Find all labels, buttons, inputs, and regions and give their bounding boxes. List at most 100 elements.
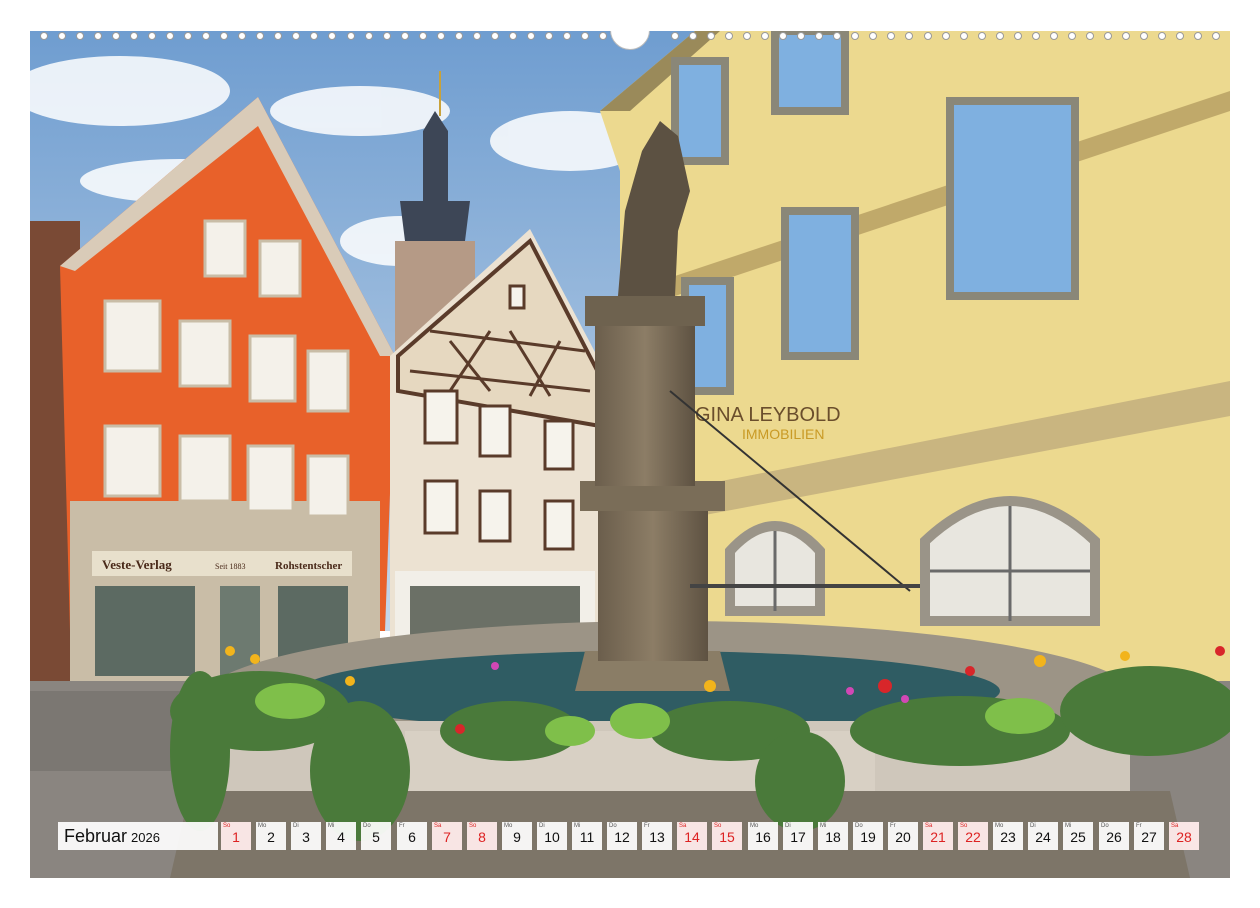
day-number: 28	[1176, 829, 1192, 845]
binding-hole	[599, 32, 607, 40]
day-number: 15	[719, 829, 735, 845]
binding-hole	[707, 32, 715, 40]
binding-hole	[202, 32, 210, 40]
town-square-fountain-illustration: Veste-Verlag Seit 1883 Rohstentscher GIN…	[30, 31, 1230, 878]
day-cell: Do 26	[1099, 822, 1129, 850]
binding-hole	[743, 32, 751, 40]
day-cell: Mo 9	[502, 822, 532, 850]
binding-hole	[1140, 32, 1148, 40]
binding-hole	[1086, 32, 1094, 40]
binding-hole	[1068, 32, 1076, 40]
binding-hole	[1050, 32, 1058, 40]
day-number: 10	[544, 829, 560, 845]
binding-hole	[905, 32, 913, 40]
day-cell: Mi 25	[1063, 822, 1093, 850]
month-label: Februar 2026	[58, 822, 218, 850]
binding-hole	[292, 32, 300, 40]
binding-hole	[924, 32, 932, 40]
binding-hole	[887, 32, 895, 40]
day-number: 22	[965, 829, 981, 845]
binding-hole	[40, 32, 48, 40]
day-cell: Sa 21	[923, 822, 953, 850]
day-number: 25	[1070, 829, 1086, 845]
binding-hole	[671, 32, 679, 40]
binding-hole	[437, 32, 445, 40]
binding-hole	[996, 32, 1004, 40]
binding-hole	[220, 32, 228, 40]
binding-hole	[310, 32, 318, 40]
day-number: 21	[930, 829, 946, 845]
binding-hole	[779, 32, 787, 40]
binding-hole	[328, 32, 336, 40]
binding-hole	[365, 32, 373, 40]
binding-hole	[761, 32, 769, 40]
binding-hole	[148, 32, 156, 40]
day-number: 8	[478, 829, 486, 845]
binding-hole	[1032, 32, 1040, 40]
binding-hole	[130, 32, 138, 40]
day-cell: Sa 7	[432, 822, 462, 850]
day-cell: Do 12	[607, 822, 637, 850]
day-cell: Di 17	[783, 822, 813, 850]
binding-hole	[401, 32, 409, 40]
binding-hole	[1104, 32, 1112, 40]
binding-hole	[238, 32, 246, 40]
binding-hole	[689, 32, 697, 40]
day-cell: Mo 2	[256, 822, 286, 850]
binding-hole	[797, 32, 805, 40]
binding-hole	[960, 32, 968, 40]
binding-hole	[725, 32, 733, 40]
day-number: 11	[579, 829, 595, 845]
binding-hole	[815, 32, 823, 40]
day-number: 2	[267, 829, 275, 845]
binding-hole	[545, 32, 553, 40]
binding-hole	[581, 32, 589, 40]
binding-hole	[491, 32, 499, 40]
binding-hole	[851, 32, 859, 40]
day-cell: Do 5	[361, 822, 391, 850]
day-number: 12	[614, 829, 630, 845]
day-cell: Sa 28	[1169, 822, 1199, 850]
building-sign-line1: GINA LEYBOLD	[695, 404, 841, 426]
day-cell: Mo 23	[993, 822, 1023, 850]
day-cell: Sa 14	[677, 822, 707, 850]
binding-hole	[184, 32, 192, 40]
day-cell: Fr 20	[888, 822, 918, 850]
binding-hole	[978, 32, 986, 40]
day-number: 26	[1106, 829, 1122, 845]
shop-sign: Veste-Verlag	[102, 557, 172, 572]
day-cell: Di 24	[1028, 822, 1058, 850]
day-cell: So 8	[467, 822, 497, 850]
day-cell: Mi 4	[326, 822, 356, 850]
calendar-strip: Februar 2026 So 1 Mo 2 Di 3 Mi 4 Do 5 Fr 6 Sa 7 So 8 Mo 9 D…	[58, 822, 1206, 850]
shop-sign-right: Rohstentscher	[275, 560, 342, 572]
binding-hole	[347, 32, 355, 40]
day-number: 19	[860, 829, 876, 845]
day-cell: So 1	[221, 822, 251, 850]
binding-hole	[1176, 32, 1184, 40]
binding-hole	[455, 32, 463, 40]
year-label: 2026	[131, 830, 160, 845]
binding-hole	[76, 32, 84, 40]
day-cell: So 15	[712, 822, 742, 850]
building-sign-line2: IMMOBILIEN	[742, 426, 824, 442]
day-number: 14	[684, 829, 700, 845]
day-number: 23	[1000, 829, 1016, 845]
binding-hole	[942, 32, 950, 40]
day-number: 24	[1035, 829, 1051, 845]
day-cell: Mi 18	[818, 822, 848, 850]
day-cell: Di 10	[537, 822, 567, 850]
day-number: 4	[337, 829, 345, 845]
day-cell: Fr 27	[1134, 822, 1164, 850]
day-number: 27	[1141, 829, 1157, 845]
day-number: 1	[232, 829, 240, 845]
day-number: 7	[443, 829, 451, 845]
binding-hole	[94, 32, 102, 40]
day-number: 18	[825, 829, 841, 845]
calendar-photo: Veste-Verlag Seit 1883 Rohstentscher GIN…	[30, 31, 1230, 878]
shop-sign-small: Seit 1883	[215, 562, 245, 571]
day-cell: Mi 11	[572, 822, 602, 850]
binding-hole	[1194, 32, 1202, 40]
day-number: 17	[790, 829, 806, 845]
binding-hole	[274, 32, 282, 40]
